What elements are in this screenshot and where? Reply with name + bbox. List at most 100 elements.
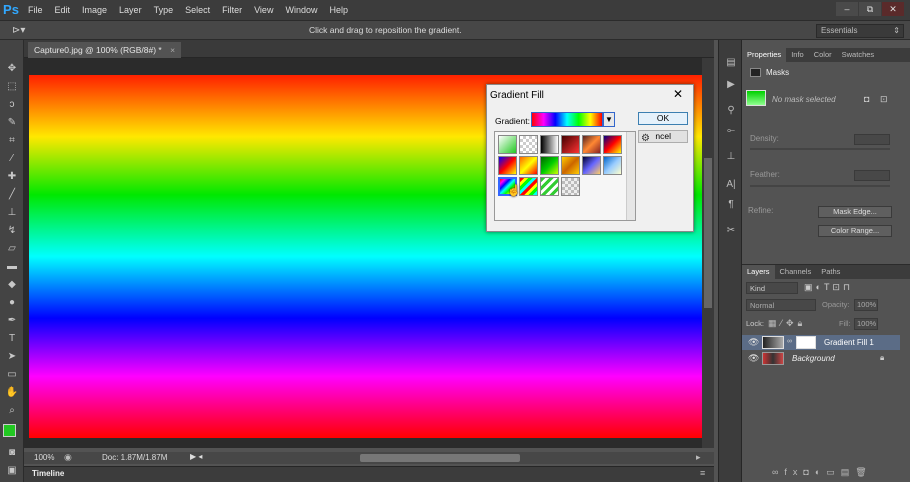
gradient-swatch[interactable]: [519, 177, 538, 196]
move-tool-icon[interactable]: ✥: [5, 62, 19, 76]
menu-item-select[interactable]: Select: [179, 0, 216, 20]
gradient-tool-icon[interactable]: ▬: [5, 260, 19, 274]
menu-item-type[interactable]: Type: [148, 0, 180, 20]
gradient-swatch[interactable]: [519, 156, 538, 175]
eraser-tool-icon[interactable]: ▱: [5, 242, 19, 256]
menu-item-layer[interactable]: Layer: [113, 0, 148, 20]
tab-info[interactable]: Info: [786, 48, 809, 62]
workspace-select[interactable]: Essentials ⇕: [816, 24, 904, 38]
density-slider[interactable]: [750, 148, 890, 150]
close-window-button[interactable]: ✕: [882, 2, 904, 16]
brush-tool-icon[interactable]: ╱: [5, 188, 19, 202]
gradient-swatch[interactable]: [498, 156, 517, 175]
pen-tool-icon[interactable]: ✒: [5, 314, 19, 328]
shape-tool-icon[interactable]: ▭: [5, 368, 19, 382]
status-info-icon[interactable]: ◉: [64, 452, 72, 463]
path-select-tool-icon[interactable]: ➤: [5, 350, 19, 364]
history-brush-tool-icon[interactable]: ↯: [5, 224, 19, 238]
pixel-mask-icon[interactable]: ◘: [864, 94, 869, 104]
gradient-swatch[interactable]: [603, 156, 622, 175]
gradient-swatch[interactable]: [540, 177, 559, 196]
tab-swatches[interactable]: Swatches: [837, 48, 880, 62]
brush-panel-icon[interactable]: ⟜: [723, 124, 739, 138]
clone-source-panel-icon[interactable]: ⊥: [723, 150, 739, 164]
gradient-swatch[interactable]: [582, 135, 601, 154]
tab-paths[interactable]: Paths: [816, 265, 845, 279]
screen-mode-icon[interactable]: ▣: [5, 464, 19, 478]
kind-filter-select[interactable]: Kind: [746, 282, 798, 294]
marquee-tool-icon[interactable]: ⬚: [5, 80, 19, 94]
adjustments-panel-icon[interactable]: ⚲: [723, 104, 739, 118]
panel-menu-icon[interactable]: ≡: [700, 468, 705, 478]
menu-item-file[interactable]: File: [22, 0, 49, 20]
timeline-tab[interactable]: Timeline: [32, 469, 64, 478]
gradient-swatch[interactable]: [540, 135, 559, 154]
zoom-tool-icon[interactable]: ⌕: [5, 404, 19, 418]
layer-row-background[interactable]: 👁︎ Background 🔒︎: [742, 351, 900, 366]
gradient-swatch[interactable]: [540, 156, 559, 175]
scroll-right-icon[interactable]: ▸: [696, 452, 701, 463]
healing-tool-icon[interactable]: ✚: [5, 170, 19, 184]
status-menu-arrow-icon[interactable]: ▶ ◂: [190, 452, 202, 461]
mask-edge-button[interactable]: Mask Edge...: [818, 206, 892, 218]
gradient-swatch[interactable]: [519, 135, 538, 154]
type-tool-icon[interactable]: T: [5, 332, 19, 346]
menu-item-window[interactable]: Window: [279, 0, 323, 20]
hand-tool-icon[interactable]: ✋: [5, 386, 19, 400]
tool-presets-icon[interactable]: ✂: [723, 224, 739, 238]
fill-field[interactable]: 100%: [854, 318, 878, 330]
visibility-eye-icon[interactable]: 👁︎: [748, 337, 759, 348]
tab-layers[interactable]: Layers: [742, 265, 775, 279]
crop-tool-icon[interactable]: ⌗: [5, 134, 19, 148]
quick-select-tool-icon[interactable]: ✎: [5, 116, 19, 130]
gradient-swatch[interactable]: [582, 156, 601, 175]
gradient-tool-preset-icon[interactable]: ⊳▾: [12, 25, 25, 36]
vertical-scrollbar[interactable]: [702, 58, 714, 448]
stamp-tool-icon[interactable]: ⊥: [5, 206, 19, 220]
layers-footer-icons[interactable]: ∞fx◘◐▭▤🗑︎: [772, 467, 873, 478]
dodge-tool-icon[interactable]: ●: [5, 296, 19, 310]
ok-button[interactable]: OK: [638, 112, 688, 125]
vertical-scroll-thumb[interactable]: [704, 158, 712, 308]
zoom-level[interactable]: 100%: [34, 453, 54, 462]
layer-filter-icons[interactable]: ▣◐T⊡⊓: [804, 282, 853, 293]
tab-properties[interactable]: Properties: [742, 48, 787, 62]
paragraph-panel-icon[interactable]: ¶: [723, 198, 739, 212]
layer-row-gradient-fill[interactable]: 👁︎ ∞ Gradient Fill 1: [742, 335, 900, 350]
gradient-swatch[interactable]: [498, 135, 517, 154]
restore-button[interactable]: ⧉: [859, 2, 881, 16]
gradient-dropdown-icon[interactable]: ▼: [603, 112, 615, 127]
tab-channels[interactable]: Channels: [775, 265, 817, 279]
lock-icons[interactable]: ▦⁄✥🔒︎: [768, 318, 806, 329]
gradient-preview[interactable]: [531, 112, 603, 127]
lasso-tool-icon[interactable]: ↄ: [5, 98, 19, 112]
picker-gear-icon[interactable]: ⚙: [641, 133, 650, 144]
gradient-swatch[interactable]: [561, 135, 580, 154]
menu-item-edit[interactable]: Edit: [49, 0, 77, 20]
foreground-color-swatch[interactable]: [3, 424, 16, 437]
menu-item-view[interactable]: View: [248, 0, 279, 20]
history-panel-icon[interactable]: ▤: [723, 56, 739, 70]
menu-item-filter[interactable]: Filter: [216, 0, 248, 20]
blur-tool-icon[interactable]: ◆: [5, 278, 19, 292]
color-range-button[interactable]: Color Range...: [818, 225, 892, 237]
density-field[interactable]: [854, 134, 890, 145]
minimize-button[interactable]: –: [836, 2, 858, 16]
feather-slider[interactable]: [750, 185, 890, 187]
visibility-eye-icon[interactable]: 👁︎: [748, 353, 759, 364]
horizontal-scroll-thumb[interactable]: [360, 454, 520, 462]
gradient-swatch[interactable]: [603, 135, 622, 154]
actions-panel-icon[interactable]: ▶: [723, 78, 739, 92]
gradient-swatch[interactable]: [561, 177, 580, 196]
picker-scrollbar[interactable]: [626, 132, 635, 220]
opacity-field[interactable]: 100%: [854, 299, 878, 311]
tab-color[interactable]: Color: [809, 48, 837, 62]
close-tab-icon[interactable]: ×: [170, 45, 175, 55]
blend-mode-select[interactable]: Normal: [746, 299, 816, 311]
menu-item-image[interactable]: Image: [76, 0, 113, 20]
document-tab[interactable]: Capture0.jpg @ 100% (RGB/8#) * ×: [28, 42, 182, 58]
quick-mask-icon[interactable]: ◙: [5, 446, 19, 460]
character-panel-icon[interactable]: A|: [723, 178, 739, 192]
menu-item-help[interactable]: Help: [323, 0, 354, 20]
close-icon[interactable]: ✕: [673, 87, 683, 101]
